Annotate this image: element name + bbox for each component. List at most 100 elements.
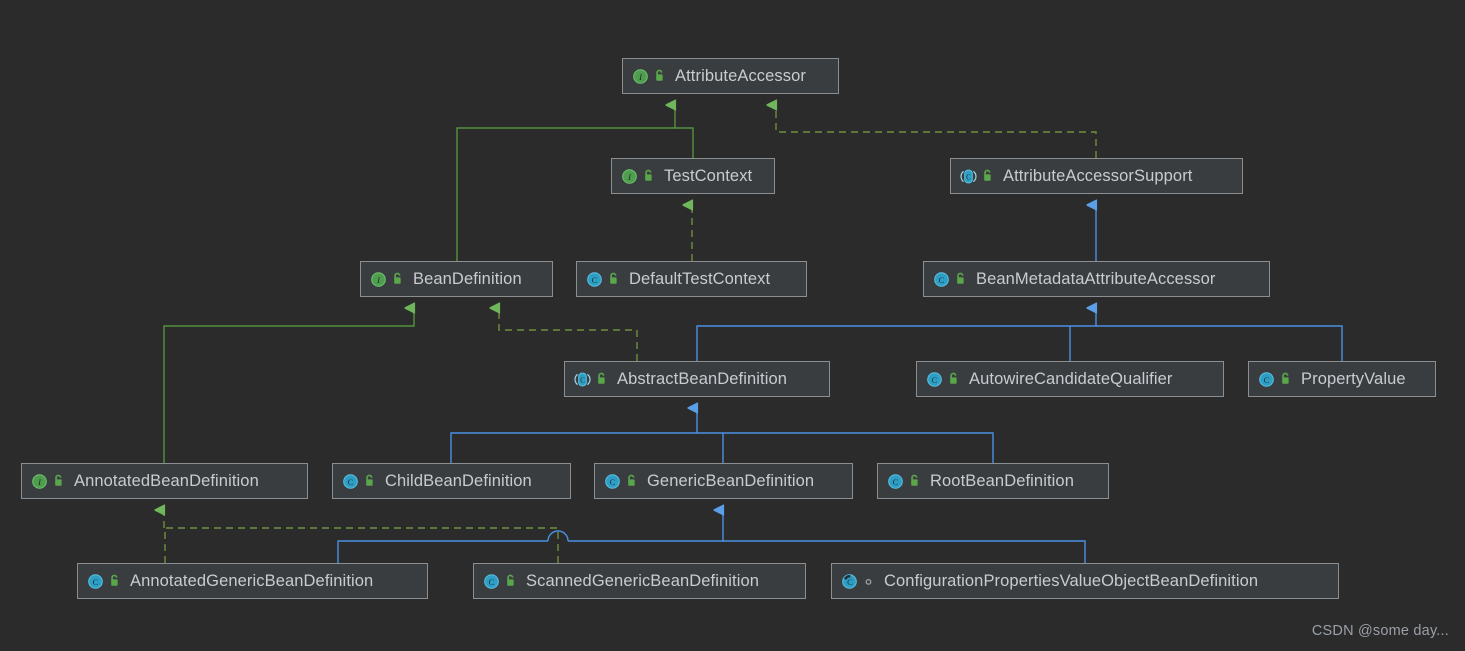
node-icon-group: I xyxy=(621,168,655,185)
node-icon-group: C xyxy=(87,573,121,590)
class-name-label: ChildBeanDefinition xyxy=(385,471,532,490)
class-name-label: GenericBeanDefinition xyxy=(647,471,815,490)
interface-icon: I xyxy=(371,271,386,287)
public-padlock-icon xyxy=(507,574,514,586)
class-node-scannedGenericBeanDefinition[interactable]: C ScannedGenericBeanDefinition xyxy=(473,563,806,599)
class-node-rootBeanDefinition[interactable]: C RootBeanDefinition xyxy=(877,463,1109,499)
class-node-beanMetadataAttributeAccessor[interactable]: C BeanMetadataAttributeAccessor xyxy=(923,261,1270,297)
class-node-propertyValue[interactable]: C PropertyValue xyxy=(1248,361,1436,397)
node-icon-group: I xyxy=(632,68,666,85)
edge-layer xyxy=(0,0,1343,563)
edge-testcontext-extends-attributeaccessor xyxy=(675,105,694,158)
node-icon-group: C xyxy=(933,271,967,288)
node-icon-group: C xyxy=(841,573,875,590)
class-node-attributeAccessor[interactable]: I AttributeAccessor xyxy=(622,58,839,94)
svg-text:C: C xyxy=(93,576,99,586)
class-node-testContext[interactable]: I TestContext xyxy=(611,158,775,194)
class-icon: C xyxy=(587,271,602,287)
edge-propertyvalue-extends-beanmetadataattributeaccessor xyxy=(1096,325,1343,361)
watermark-text: CSDN @some day... xyxy=(1311,623,1449,639)
class-icon: C xyxy=(605,473,620,489)
class-diagram-canvas: I AttributeAccessor I TestContext C Attribute… xyxy=(0,0,1465,651)
node-icon-group: I xyxy=(370,271,404,288)
edge-configurationpropertiesvalueobjectbeandefinition-extends-genericbeandefinition xyxy=(723,540,1086,563)
class-icon: C xyxy=(1259,371,1274,387)
class-icon: C xyxy=(343,473,358,489)
svg-text:C: C xyxy=(847,576,853,586)
class-name-label: AutowireCandidateQualifier xyxy=(969,369,1173,388)
class-node-genericBeanDefinition[interactable]: C GenericBeanDefinition xyxy=(594,463,853,499)
interface-icon: I xyxy=(32,473,47,489)
svg-text:C: C xyxy=(580,376,585,384)
public-padlock-icon xyxy=(628,474,635,486)
edge-line-jump-hop xyxy=(547,530,569,542)
public-padlock-icon xyxy=(957,272,964,284)
public-padlock-icon xyxy=(55,474,62,486)
public-padlock-icon xyxy=(645,169,652,181)
svg-text:C: C xyxy=(932,374,938,384)
class-name-label: AnnotatedBeanDefinition xyxy=(74,471,259,490)
class-node-attributeAccessorSupport[interactable]: C AttributeAccessorSupport xyxy=(950,158,1243,194)
class-node-childBeanDefinition[interactable]: C ChildBeanDefinition xyxy=(332,463,571,499)
class-icon: C xyxy=(927,371,942,387)
class-icon: C xyxy=(934,271,949,287)
public-padlock-icon xyxy=(394,272,401,284)
node-icon-group: I xyxy=(31,473,65,490)
node-icon-group: C xyxy=(960,168,994,185)
svg-text:C: C xyxy=(489,576,495,586)
node-icon-group: C xyxy=(887,473,921,490)
class-name-label: AbstractBeanDefinition xyxy=(617,369,788,388)
node-icon-group: C xyxy=(926,371,960,388)
class-name-label: BeanMetadataAttributeAccessor xyxy=(976,269,1216,288)
class-node-annotatedGenericBeanDefinition[interactable]: C AnnotatedGenericBeanDefinition xyxy=(77,563,428,599)
class-node-configurationPropertiesValueObjectBeanDefinition[interactable]: C ConfigurationPropertiesValueObjectBeanD… xyxy=(831,563,1339,599)
edge-abstractbeandefinition-implements-beandefinition xyxy=(499,308,638,361)
public-padlock-icon xyxy=(950,372,957,384)
class-name-label: BeanDefinition xyxy=(413,269,522,288)
interface-icon: I xyxy=(622,168,637,184)
class-icon: C xyxy=(888,473,903,489)
node-icon-group: C xyxy=(483,573,517,590)
class-node-defaultTestContext[interactable]: C DefaultTestContext xyxy=(576,261,807,297)
public-padlock-icon xyxy=(911,474,918,486)
edge-beandefinition-extends-attributeaccessor xyxy=(456,127,675,261)
public-padlock-icon xyxy=(598,372,605,384)
class-name-label: RootBeanDefinition xyxy=(930,471,1074,490)
class-name-label: PropertyValue xyxy=(1301,369,1406,388)
node-icon-group: C xyxy=(574,371,608,388)
edge-abstractbeandefinition-extends-beanmetadataattributeaccessor xyxy=(696,308,1096,361)
svg-text:C: C xyxy=(610,476,616,486)
public-padlock-icon xyxy=(1282,372,1289,384)
edge-childbeandefinition-extends-abstractbeandefinition xyxy=(450,408,697,463)
svg-text:C: C xyxy=(939,274,945,284)
edge-blue-bottom-bus xyxy=(568,510,723,542)
svg-text:C: C xyxy=(592,274,598,284)
edge-annotatedgenericbeandefinition-extends-genericbeandefinition xyxy=(337,540,548,563)
public-padlock-icon xyxy=(366,474,373,486)
class-name-label: AnnotatedGenericBeanDefinition xyxy=(130,571,374,590)
package-visibility-icon xyxy=(865,578,872,585)
class-name-label: ConfigurationPropertiesValueObjectBeanDe… xyxy=(884,571,1259,590)
class-node-autowireCandidateQualifier[interactable]: C AutowireCandidateQualifier xyxy=(916,361,1224,397)
class-name-label: AttributeAccessorSupport xyxy=(1003,166,1193,185)
class-node-annotatedBeanDefinition[interactable]: I AnnotatedBeanDefinition xyxy=(21,463,308,499)
class-icon: C xyxy=(484,573,499,589)
class-node-beanDefinition[interactable]: I BeanDefinition xyxy=(360,261,553,297)
svg-text:C: C xyxy=(966,173,971,181)
class-node-abstractBeanDefinition[interactable]: C AbstractBeanDefinition xyxy=(564,361,830,397)
public-padlock-icon xyxy=(111,574,118,586)
class-name-label: TestContext xyxy=(664,166,753,185)
edge-scannedgenericbeandefinition-implements-annotatedbeandefinition xyxy=(165,527,559,563)
edge-rootbeandefinition-extends-abstractbeandefinition xyxy=(697,432,994,463)
abstract-class-icon: C xyxy=(574,372,591,386)
node-icon-group: C xyxy=(604,473,638,490)
node-icon-group: C xyxy=(342,473,376,490)
node-icon-group: C xyxy=(1258,371,1292,388)
edge-attributeaccessorsupport-implements-attributeaccessor xyxy=(776,105,1097,158)
class-name-label: ScannedGenericBeanDefinition xyxy=(526,571,760,590)
public-padlock-icon xyxy=(610,272,617,284)
class-icon: C xyxy=(88,573,103,589)
edge-annotatedbeandefinition-extends-beandefinition xyxy=(163,308,414,463)
node-icon-group: C xyxy=(586,271,620,288)
interface-icon: I xyxy=(633,68,648,84)
